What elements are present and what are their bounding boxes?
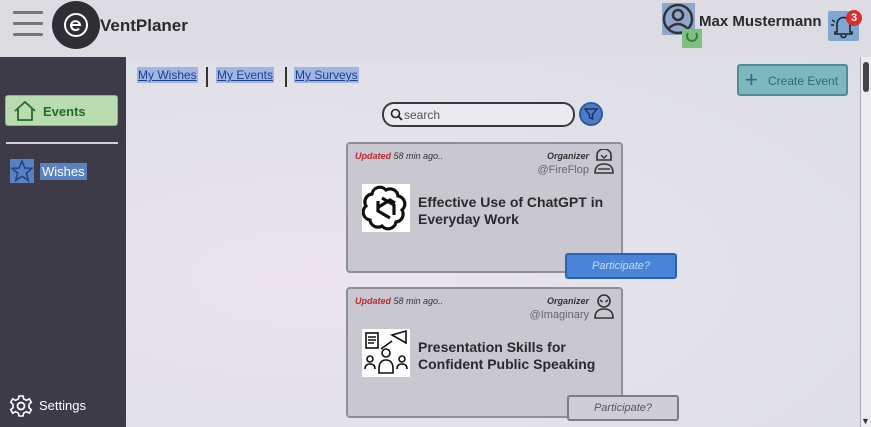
scrollbar[interactable] xyxy=(860,57,871,427)
organizer-label: Organizer xyxy=(546,151,589,161)
gear-icon xyxy=(9,395,33,417)
home-icon xyxy=(14,100,36,121)
participate-button[interactable]: Participate? xyxy=(565,253,677,279)
create-event-button[interactable]: + Create Event xyxy=(737,64,848,96)
sidebar-divider xyxy=(6,142,118,144)
updated-status: Updated 58 min ago.. xyxy=(355,296,444,306)
app-title: VentPlaner xyxy=(100,16,188,35)
sidebar-item-label: Wishes xyxy=(40,163,87,180)
organizer-handle[interactable]: @FireFlop xyxy=(537,164,589,176)
app-logo xyxy=(52,1,100,49)
user-avatar-icon[interactable] xyxy=(662,3,702,48)
helmet-avatar-icon xyxy=(594,149,614,174)
settings-label: Settings xyxy=(39,398,86,413)
tab-separator xyxy=(206,67,208,87)
plus-icon: + xyxy=(745,67,758,92)
search-input[interactable] xyxy=(404,107,564,123)
tab-my-events[interactable]: My Events xyxy=(216,67,275,83)
sidebar-item-label: Events xyxy=(43,104,86,119)
tab-my-surveys[interactable]: My Surveys xyxy=(294,67,359,83)
notification-badge: 3 xyxy=(846,10,862,26)
tab-separator xyxy=(285,67,287,87)
participate-button[interactable]: Participate? xyxy=(567,395,679,421)
hamburger-menu-icon[interactable] xyxy=(13,11,43,39)
presentation-icon xyxy=(362,329,410,377)
top-bar: VentPlaner Max Mustermann 3 xyxy=(0,0,871,57)
tab-my-wishes[interactable]: My Wishes xyxy=(137,67,198,83)
event-title[interactable]: Presentation Skills for Confident Public… xyxy=(418,339,608,373)
alien-avatar-icon xyxy=(594,294,614,319)
sidebar: Events Wishes Settings xyxy=(0,57,126,427)
organizer-handle[interactable]: @Imaginary xyxy=(530,309,589,321)
star-icon xyxy=(10,159,34,183)
search-bar xyxy=(382,102,575,127)
sidebar-item-events[interactable]: Events xyxy=(5,95,118,126)
updated-status: Updated 58 min ago.. xyxy=(355,151,444,161)
sidebar-item-settings[interactable]: Settings xyxy=(9,394,109,418)
organizer-label: Organizer xyxy=(546,296,589,306)
create-event-label: Create Event xyxy=(768,74,839,88)
scrollbar-thumb[interactable] xyxy=(863,62,869,92)
search-icon xyxy=(390,108,403,121)
scroll-down-arrow-icon[interactable]: ▼ xyxy=(861,416,870,426)
openai-logo-icon xyxy=(361,184,410,232)
filter-icon[interactable] xyxy=(579,102,603,126)
user-name[interactable]: Max Mustermann xyxy=(699,13,822,30)
sidebar-item-wishes[interactable]: Wishes xyxy=(10,159,90,183)
event-title[interactable]: Effective Use of ChatGPT in Everyday Wor… xyxy=(418,194,608,228)
